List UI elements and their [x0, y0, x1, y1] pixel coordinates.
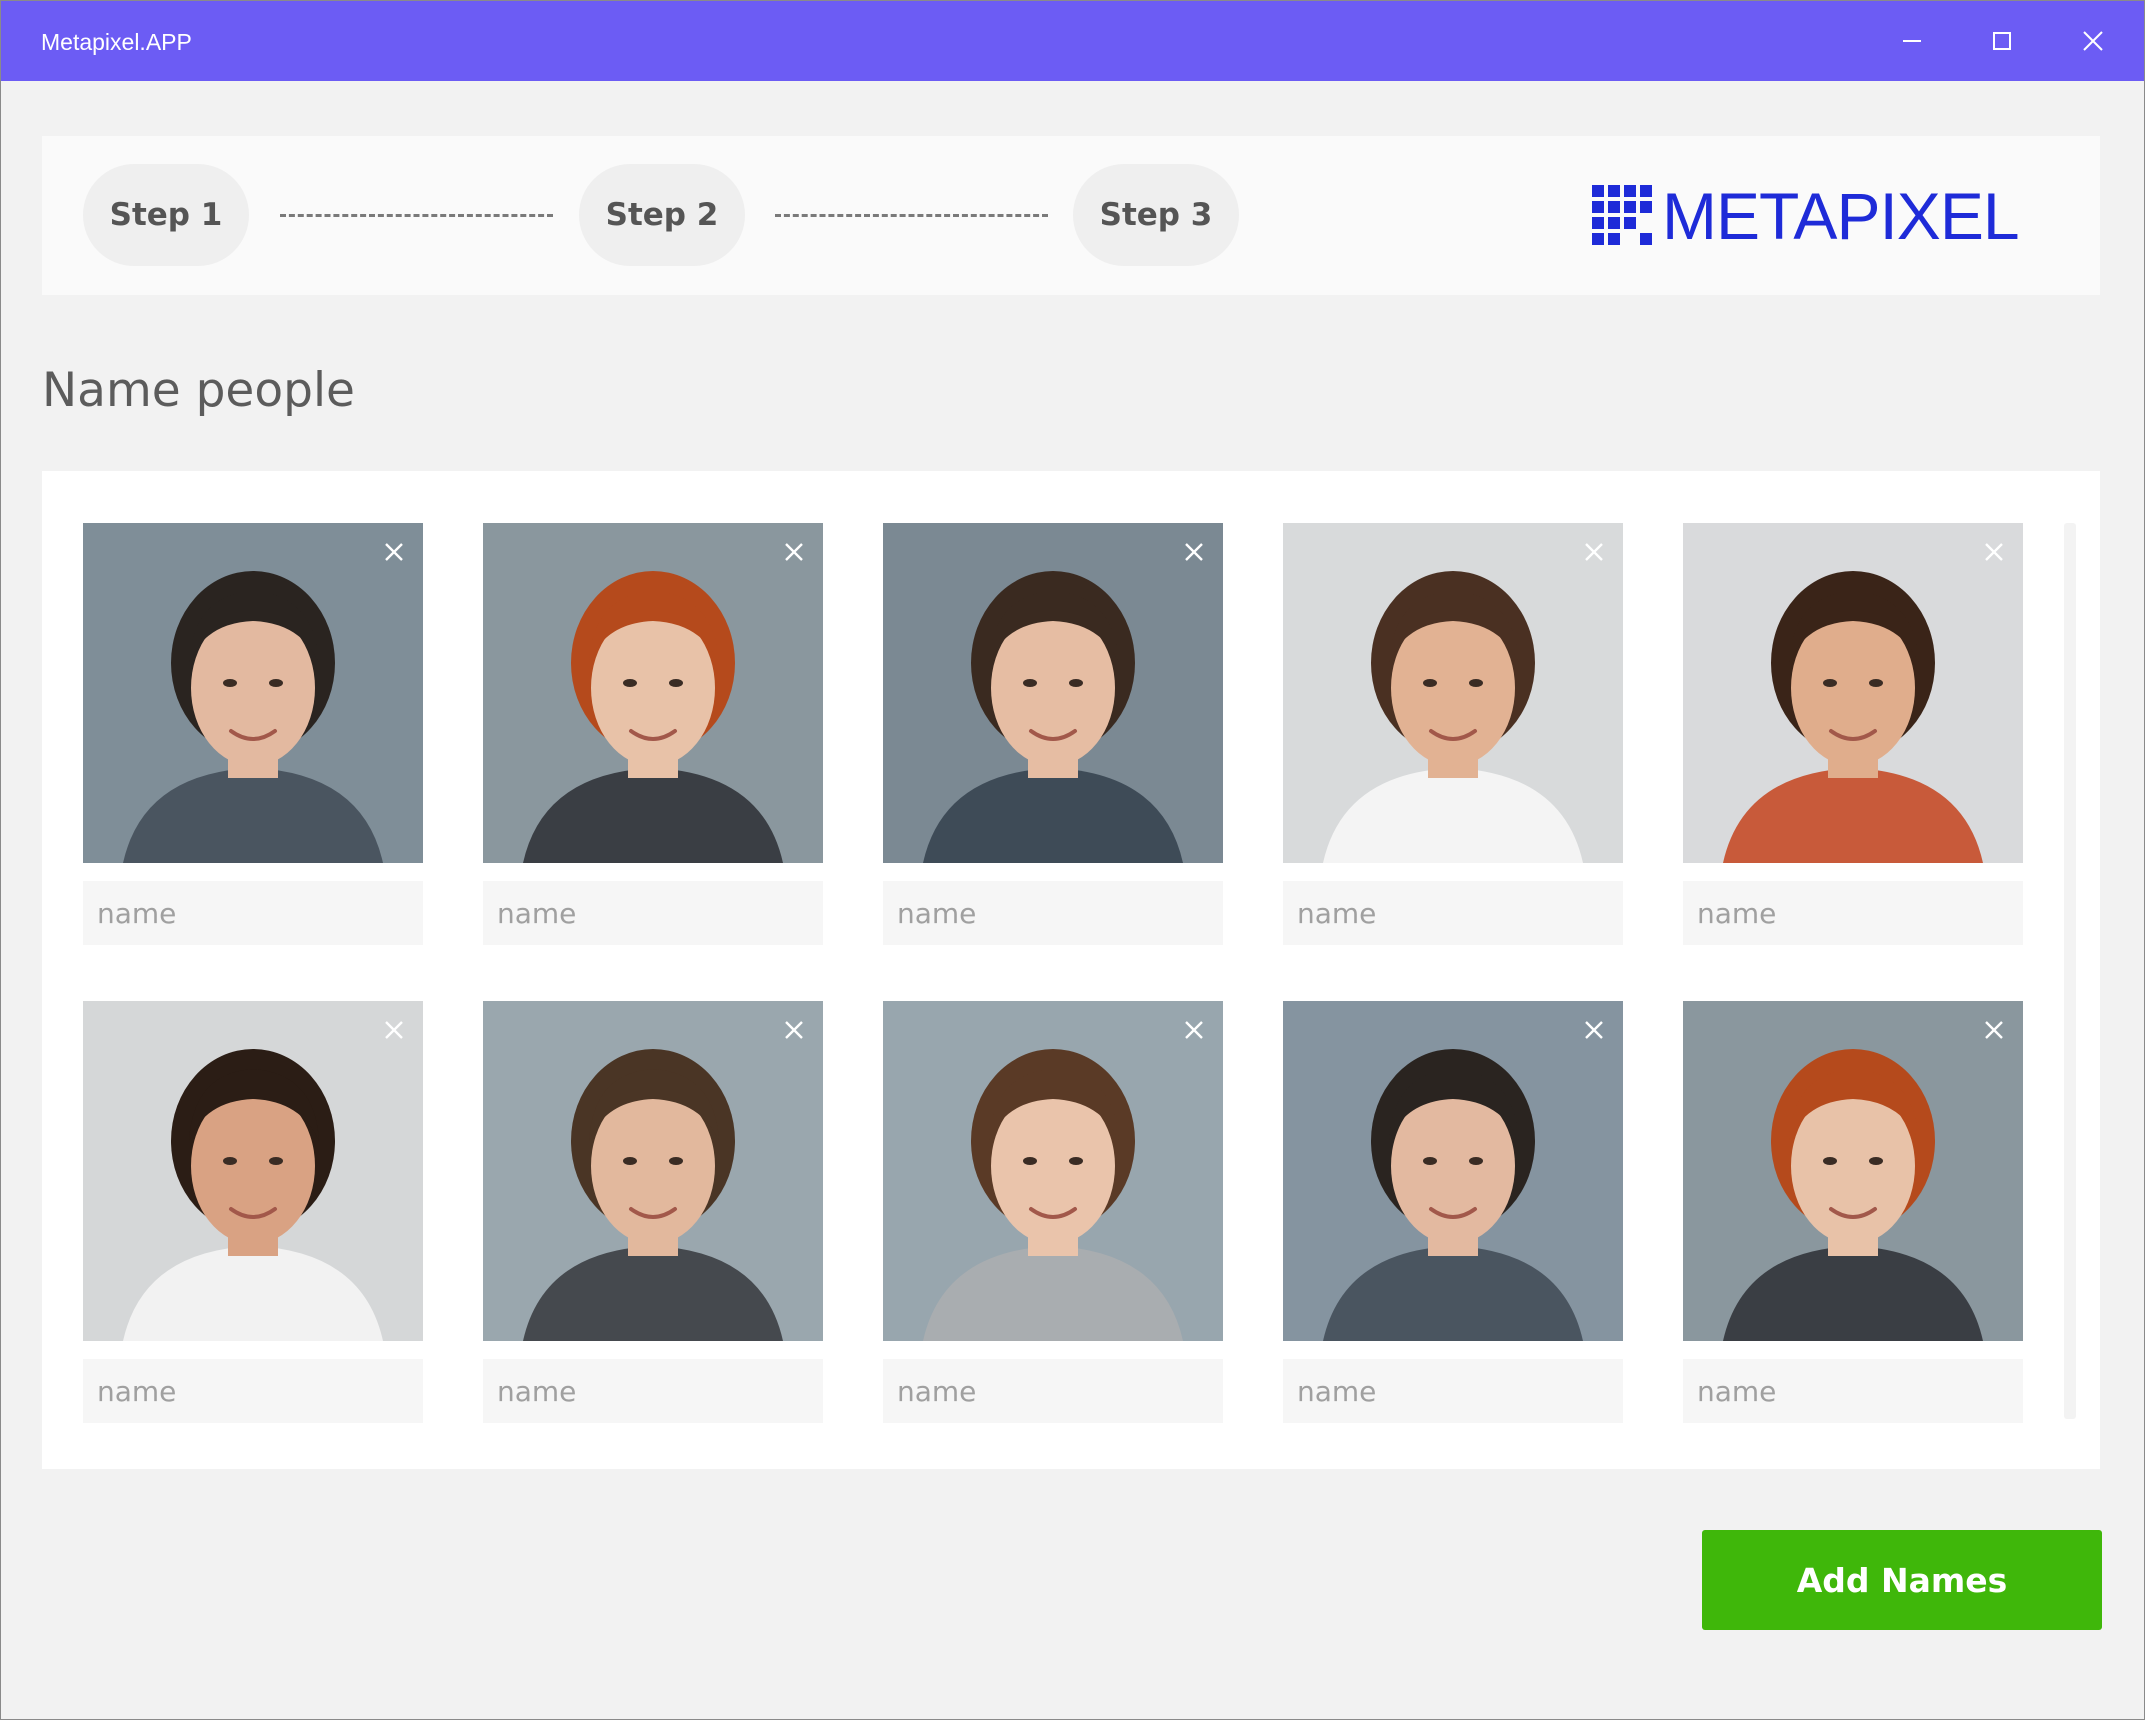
- person-photo: [483, 523, 823, 863]
- close-icon: [2083, 31, 2103, 51]
- step-1[interactable]: Step 1: [83, 164, 249, 266]
- person-card: [883, 1001, 1223, 1423]
- portrait-image: [83, 523, 423, 863]
- step-connector: [775, 214, 1048, 217]
- close-button[interactable]: [2048, 1, 2138, 81]
- close-icon: [1985, 543, 2003, 561]
- step-connector: [280, 214, 553, 217]
- person-card: [1683, 1001, 2023, 1423]
- person-card: [83, 1001, 423, 1423]
- steps-bar: Step 1 Step 2 Step 3 METAPIXEL: [42, 136, 2100, 295]
- person-photo: [83, 1001, 423, 1341]
- person-photo: [883, 1001, 1223, 1341]
- name-input[interactable]: [483, 1359, 823, 1423]
- person-photo: [1283, 1001, 1623, 1341]
- step-3[interactable]: Step 3: [1073, 164, 1239, 266]
- page-title: Name people: [42, 363, 355, 418]
- person-photo: [1683, 523, 2023, 863]
- name-input[interactable]: [1283, 881, 1623, 945]
- add-names-button[interactable]: Add Names: [1702, 1530, 2102, 1630]
- person-card: [1283, 1001, 1623, 1423]
- remove-photo-button[interactable]: [779, 1015, 809, 1045]
- remove-photo-button[interactable]: [1979, 1015, 2009, 1045]
- portrait-image: [1283, 1001, 1623, 1341]
- name-input[interactable]: [83, 1359, 423, 1423]
- portrait-image: [1283, 523, 1623, 863]
- maximize-button[interactable]: [1957, 1, 2047, 81]
- title-bar[interactable]: Metapixel.APP: [1, 1, 2144, 81]
- person-card: [1683, 523, 2023, 945]
- app-window: Metapixel.APP Step 1 Step 2 Step 3 METAP…: [0, 0, 2145, 1720]
- minimize-button[interactable]: [1867, 1, 1957, 81]
- remove-photo-button[interactable]: [1179, 537, 1209, 567]
- close-icon: [785, 543, 803, 561]
- close-icon: [1585, 543, 1603, 561]
- person-card: [483, 1001, 823, 1423]
- person-card: [83, 523, 423, 945]
- close-icon: [385, 543, 403, 561]
- portrait-image: [883, 523, 1223, 863]
- person-photo: [1683, 1001, 2023, 1341]
- window-title: Metapixel.APP: [41, 29, 192, 55]
- remove-photo-button[interactable]: [1579, 537, 1609, 567]
- remove-photo-button[interactable]: [1179, 1015, 1209, 1045]
- person-photo: [483, 1001, 823, 1341]
- portrait-image: [883, 1001, 1223, 1341]
- close-icon: [785, 1021, 803, 1039]
- portrait-image: [483, 1001, 823, 1341]
- scrollbar[interactable]: [2064, 523, 2076, 1419]
- name-input[interactable]: [83, 881, 423, 945]
- close-icon: [1985, 1021, 2003, 1039]
- remove-photo-button[interactable]: [1579, 1015, 1609, 1045]
- step-2[interactable]: Step 2: [579, 164, 745, 266]
- name-input[interactable]: [1683, 1359, 2023, 1423]
- name-input[interactable]: [483, 881, 823, 945]
- person-photo: [83, 523, 423, 863]
- close-icon: [1585, 1021, 1603, 1039]
- close-icon: [1185, 543, 1203, 561]
- person-card: [883, 523, 1223, 945]
- portrait-image: [1683, 523, 2023, 863]
- person-photo: [1283, 523, 1623, 863]
- remove-photo-button[interactable]: [379, 1015, 409, 1045]
- remove-photo-button[interactable]: [779, 537, 809, 567]
- minimize-icon: [1903, 40, 1921, 42]
- person-card: [483, 523, 823, 945]
- logo-text: METAPIXEL: [1662, 179, 2020, 253]
- people-panel: [42, 471, 2100, 1469]
- name-input[interactable]: [1683, 881, 2023, 945]
- close-icon: [385, 1021, 403, 1039]
- portrait-image: [483, 523, 823, 863]
- person-card: [1283, 523, 1623, 945]
- portrait-image: [1683, 1001, 2023, 1341]
- person-photo: [883, 523, 1223, 863]
- name-input[interactable]: [883, 1359, 1223, 1423]
- name-input[interactable]: [883, 881, 1223, 945]
- name-input[interactable]: [1283, 1359, 1623, 1423]
- metapixel-logo: METAPIXEL: [1592, 179, 2020, 253]
- remove-photo-button[interactable]: [1979, 537, 2009, 567]
- maximize-icon: [1993, 32, 2011, 50]
- close-icon: [1185, 1021, 1203, 1039]
- remove-photo-button[interactable]: [379, 537, 409, 567]
- pixel-grid-logo-icon: [1592, 185, 1652, 245]
- portrait-image: [83, 1001, 423, 1341]
